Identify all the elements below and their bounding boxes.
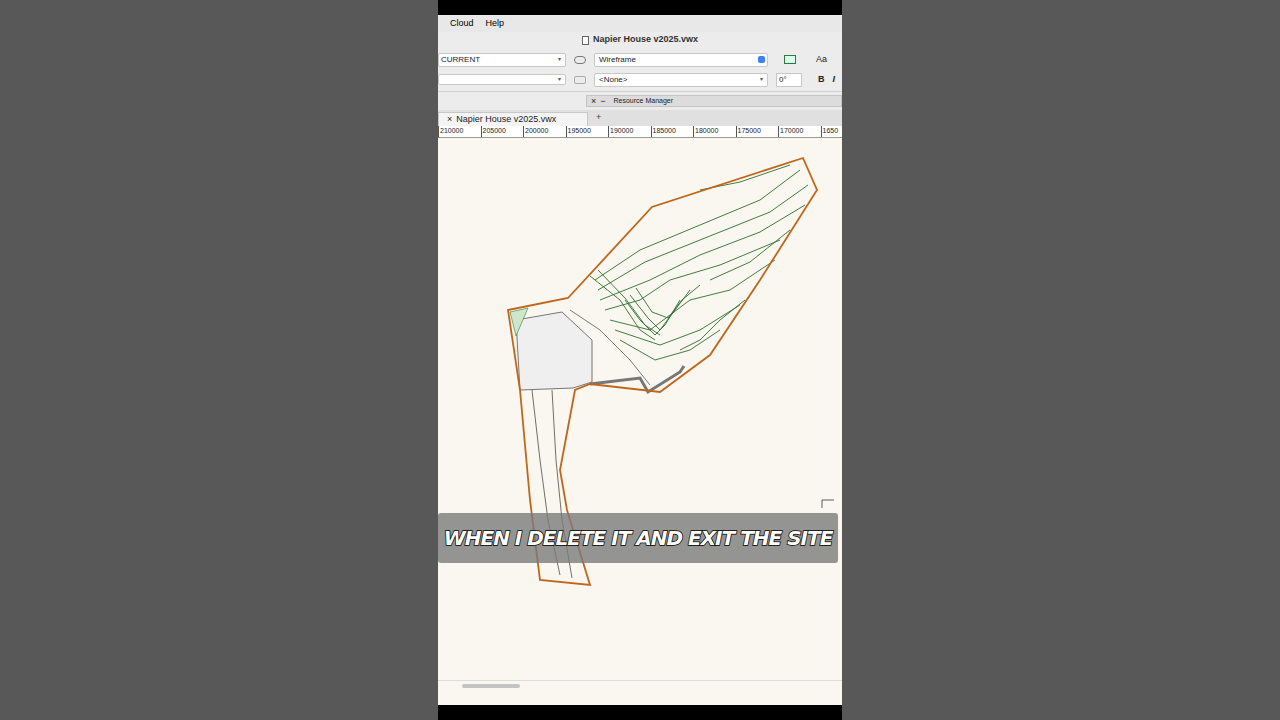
format-button[interactable]: I: [833, 73, 836, 87]
class-dropdown[interactable]: CURRENT ▾: [438, 53, 566, 67]
ruler-label: 1650: [823, 127, 839, 134]
site-plan-drawing[interactable]: [438, 138, 842, 680]
ruler-tick: 195000: [566, 126, 609, 137]
ruler-label: 205000: [483, 127, 506, 134]
horizontal-ruler: 210000 205000 200000 195000 190000 185000 1800…: [438, 126, 842, 138]
plane-value: <None>: [599, 74, 627, 86]
plane-icon: [574, 76, 586, 84]
text-style-button[interactable]: Aa: [816, 53, 827, 67]
view-bar-row: CURRENT ▾ Wireframe Aa: [438, 53, 842, 67]
chevron-icon: [758, 56, 765, 63]
blurred-background: [0, 0, 438, 720]
rotation-field[interactable]: 0°: [776, 73, 802, 87]
ruler-label: 180000: [695, 127, 718, 134]
caption-text: WHEN I DELETE IT AND EXIT THE SITE: [444, 523, 833, 553]
document-tab[interactable]: × Napier House v2025.vwx: [438, 112, 588, 127]
resource-manager-palette: ×−Resource Manager: [586, 95, 842, 108]
tab-bar: × Napier House v2025.vwx +: [438, 110, 842, 126]
ruler-label: 190000: [610, 127, 633, 134]
palette-title: Resource Manager: [614, 96, 674, 107]
class-value: CURRENT: [441, 54, 480, 66]
layer-icon: [784, 55, 796, 64]
render-icon: [574, 56, 586, 64]
format-button[interactable]: B: [818, 73, 825, 87]
view-bar-row: ▾ <None> ▾ 0° BI: [438, 73, 842, 87]
palette-row: ×−Resource Manager: [438, 92, 842, 110]
tab-close-button[interactable]: ×: [447, 113, 452, 127]
ruler-tick: 175000: [736, 126, 779, 137]
ruler-tick: 1650: [821, 126, 843, 137]
menu-item[interactable]: Cloud: [450, 17, 474, 31]
layer-dropdown[interactable]: ▾: [438, 74, 566, 85]
ruler-label: 210000: [440, 127, 463, 134]
tab-label: Napier House v2025.vwx: [456, 113, 556, 127]
ruler-tick: 170000: [778, 126, 821, 137]
ruler-label: 200000: [525, 127, 548, 134]
ruler-tick: 200000: [523, 126, 566, 137]
collapse-button[interactable]: −: [600, 97, 605, 106]
ruler-label: 170000: [780, 127, 803, 134]
document-icon: [582, 36, 589, 45]
ruler-tick: 210000: [438, 126, 481, 137]
letterbox-bottom: [438, 705, 842, 720]
ruler-tick: 180000: [693, 126, 736, 137]
menu-bar: Cloud Help: [438, 15, 842, 32]
caption-box: WHEN I DELETE IT AND EXIT THE SITE: [438, 513, 838, 563]
menu-item[interactable]: Help: [486, 17, 505, 31]
ruler-label: 195000: [568, 127, 591, 134]
render-mode-dropdown[interactable]: Wireframe: [594, 53, 768, 67]
view-bar: CURRENT ▾ Wireframe Aa ▾ <None> ▾ 0° BI: [438, 48, 842, 92]
ruler-label: 175000: [738, 127, 761, 134]
title-bar: Napier House v2025.vwx: [438, 32, 842, 48]
video-frame: Cloud Help Napier House v2025.vwx CURRENT ▾ W…: [438, 0, 842, 720]
ruler-tick: 205000: [481, 126, 524, 137]
new-tab-button[interactable]: +: [588, 111, 609, 125]
scrollbar-thumb[interactable]: [462, 684, 520, 688]
ruler-label: 185000: [653, 127, 676, 134]
close-button[interactable]: ×: [591, 97, 596, 106]
chevron-icon: ▾: [558, 75, 561, 84]
letterbox-top: [438, 0, 842, 15]
rotation-value: 0°: [779, 75, 787, 84]
blurred-background: [842, 0, 1280, 720]
drawing-canvas[interactable]: [438, 138, 842, 680]
render-mode-value: Wireframe: [599, 54, 636, 66]
ruler-tick: 190000: [608, 126, 651, 137]
chevron-icon: ▾: [760, 75, 763, 84]
plane-dropdown[interactable]: <None> ▾: [594, 73, 768, 87]
ruler-tick: 185000: [651, 126, 694, 137]
window-title: Napier House v2025.vwx: [593, 33, 698, 47]
app-window: Cloud Help Napier House v2025.vwx CURRENT ▾ W…: [438, 15, 842, 705]
chevron-icon: ▾: [558, 55, 561, 64]
horizontal-scrollbar[interactable]: [438, 680, 842, 705]
